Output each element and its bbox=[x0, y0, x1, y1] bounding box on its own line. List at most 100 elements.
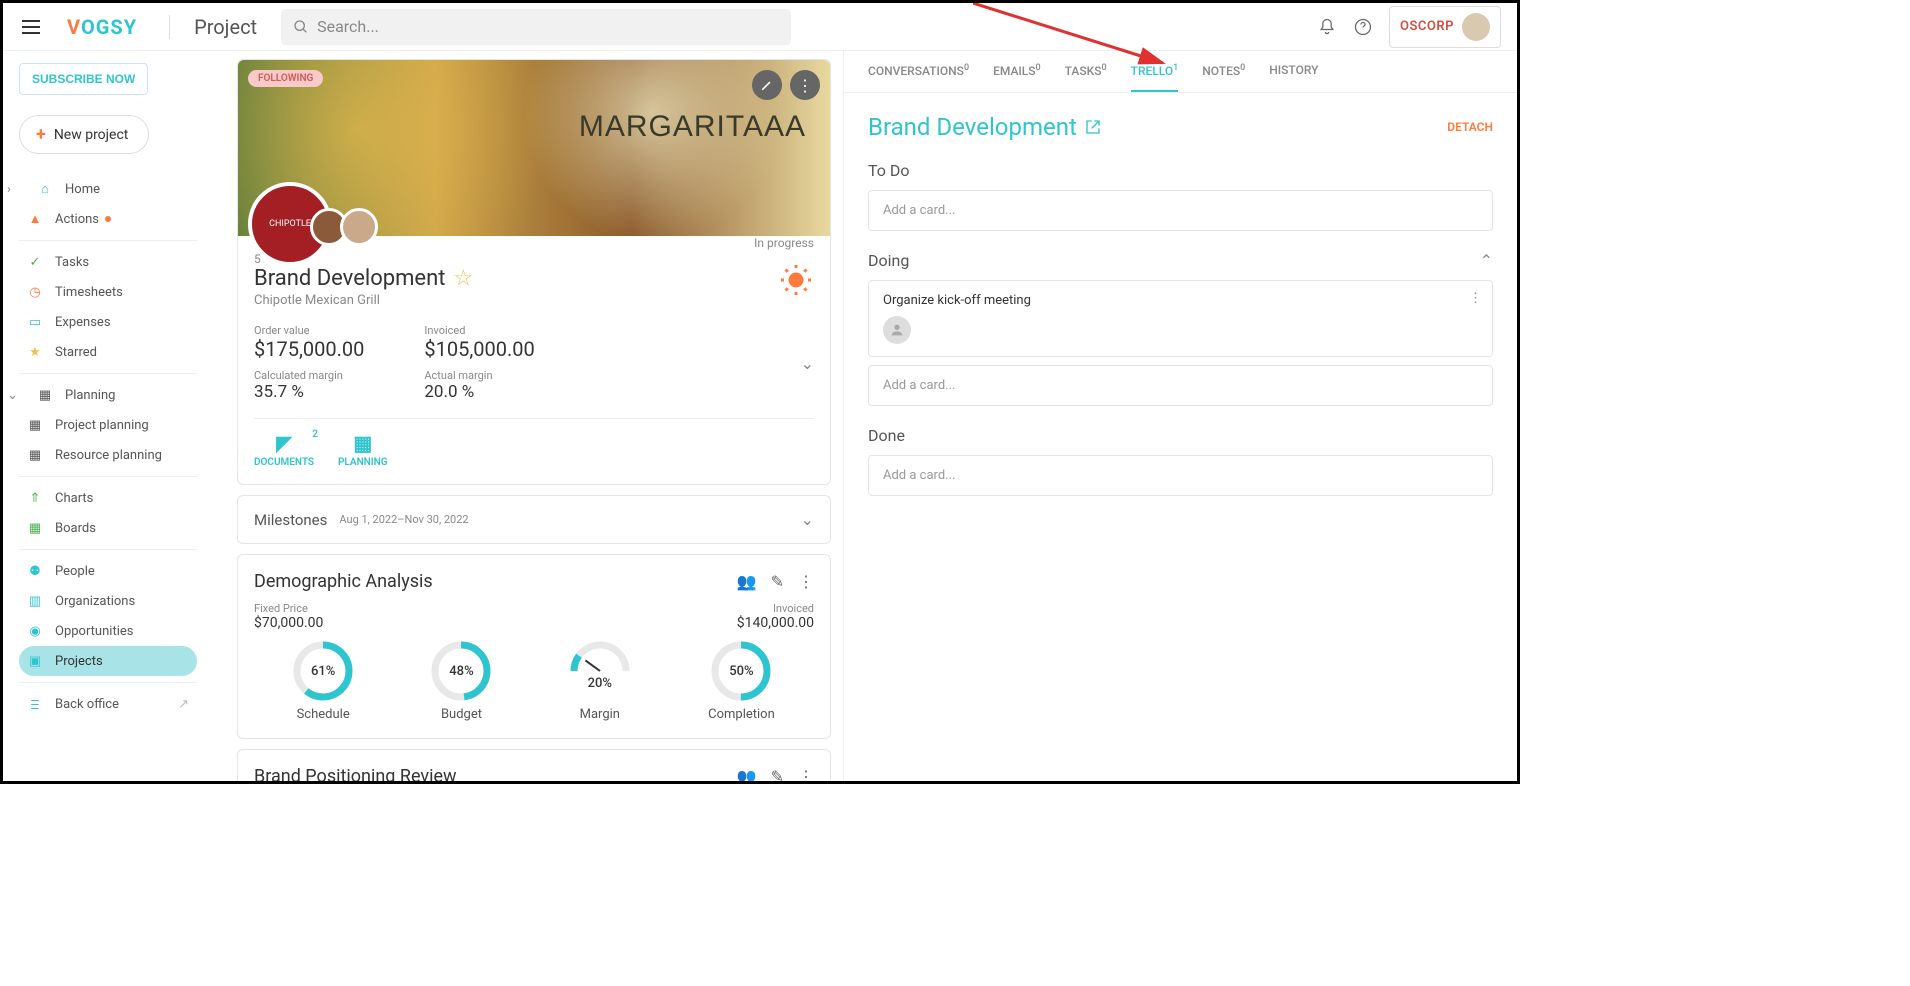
external-icon: ↗ bbox=[178, 697, 189, 712]
check-icon: ✓ bbox=[27, 254, 43, 270]
topbar: VOGSY Project Search... OSCORP bbox=[3, 3, 1517, 51]
people-icon: ⚉ bbox=[27, 563, 43, 579]
add-card-input[interactable]: Add a card... bbox=[868, 455, 1493, 496]
search-input[interactable]: Search... bbox=[281, 9, 791, 45]
briefcase-icon: ▣ bbox=[27, 653, 43, 669]
sidebar-item-people[interactable]: ⚉People bbox=[19, 556, 197, 586]
project-status: In progress bbox=[754, 236, 814, 250]
edit-button[interactable] bbox=[752, 70, 782, 100]
project-title: Brand Development ☆ bbox=[254, 266, 814, 291]
trello-board-title[interactable]: Brand Development bbox=[868, 113, 1101, 141]
search-icon bbox=[293, 19, 309, 35]
documents-link[interactable]: ◤2DOCUMENTS bbox=[254, 431, 314, 468]
chevron-down-icon[interactable]: ⌄ bbox=[801, 354, 814, 373]
tab-conversations[interactable]: CONVERSATIONS0 bbox=[868, 63, 969, 92]
trello-list-done: Done Add a card... bbox=[868, 426, 1493, 496]
add-card-input[interactable]: Add a card... bbox=[868, 365, 1493, 406]
org-name[interactable]: Chipotle Mexican Grill bbox=[254, 293, 814, 308]
edit-icon[interactable]: ✎ bbox=[771, 572, 784, 591]
gauge-margin: 20%Margin bbox=[570, 641, 630, 722]
more-icon[interactable]: ⋮ bbox=[1469, 291, 1482, 306]
tab-history[interactable]: HISTORY bbox=[1269, 63, 1318, 92]
sidebar-item-back-office[interactable]: ⲶBack office↗ bbox=[19, 689, 197, 719]
add-card-input[interactable]: Add a card... bbox=[868, 190, 1493, 231]
more-icon[interactable]: ⋮ bbox=[798, 767, 814, 781]
card-icon: ▭ bbox=[27, 314, 43, 330]
chevron-up-icon[interactable]: ⌃ bbox=[1480, 251, 1493, 270]
sidebar-item-projects[interactable]: ▣Projects bbox=[19, 646, 197, 676]
avatar bbox=[883, 316, 911, 344]
external-icon bbox=[1085, 119, 1101, 135]
chart-icon: ⇑ bbox=[27, 490, 43, 506]
more-button[interactable]: ⋮ bbox=[790, 70, 820, 100]
gauge-budget: 48%Budget bbox=[431, 641, 491, 722]
building-icon: ▥ bbox=[27, 593, 43, 609]
sun-icon bbox=[778, 262, 814, 302]
planning-link[interactable]: ▦PLANNING bbox=[338, 431, 388, 468]
tab-notes[interactable]: NOTES0 bbox=[1202, 63, 1245, 92]
trello-card[interactable]: Organize kick-off meeting ⋮ bbox=[868, 280, 1493, 357]
calendar-icon: ▦ bbox=[27, 417, 43, 433]
star-icon: ★ bbox=[27, 344, 43, 360]
boards-icon: ▦ bbox=[27, 520, 43, 536]
project-number: 5 bbox=[254, 252, 814, 266]
star-icon[interactable]: ☆ bbox=[453, 266, 473, 291]
project-hero-card: MARGARITAAA FOLLOWING ⋮ CHIPOTLE In prog… bbox=[237, 59, 831, 485]
menu-icon[interactable] bbox=[19, 15, 43, 39]
sidebar-item-expenses[interactable]: ▭Expenses bbox=[19, 307, 197, 337]
sidebar-item-tasks[interactable]: ✓Tasks bbox=[19, 247, 197, 277]
calendar-icon: ▦ bbox=[37, 387, 53, 403]
bulb-icon: ◉ bbox=[27, 623, 43, 639]
new-project-button[interactable]: + New project bbox=[19, 115, 149, 154]
more-icon[interactable]: ⋮ bbox=[798, 572, 814, 591]
tab-trello[interactable]: TRELLO1 bbox=[1131, 63, 1179, 92]
sidebar-item-organizations[interactable]: ▥Organizations bbox=[19, 586, 197, 616]
following-badge[interactable]: FOLLOWING bbox=[248, 70, 323, 87]
right-tabs: CONVERSATIONS0 EMAILS0 TASKS0 TRELLO1 NO… bbox=[844, 51, 1517, 93]
fire-icon: ▲ bbox=[27, 211, 43, 227]
assign-icon[interactable]: 👥 bbox=[737, 572, 757, 591]
bank-icon: Ⲷ bbox=[27, 696, 43, 712]
clock-icon: ◷ bbox=[27, 284, 43, 300]
tab-tasks[interactable]: TASKS0 bbox=[1065, 63, 1107, 92]
calendar-icon: ▦ bbox=[27, 447, 43, 463]
assign-icon[interactable]: 👥 bbox=[737, 767, 757, 781]
sidebar: SUBSCRIBE NOW + New project ›⌂Home ▲Acti… bbox=[3, 51, 213, 781]
trello-list-todo: To Do Add a card... bbox=[868, 161, 1493, 231]
project-section: Brand Positioning Review 👥 ✎ ⋮ Fixed Pri… bbox=[237, 749, 831, 781]
gauge-completion: 50%Completion bbox=[708, 641, 775, 722]
tab-emails[interactable]: EMAILS0 bbox=[993, 63, 1041, 92]
sidebar-item-planning[interactable]: ⌄▦Planning bbox=[19, 380, 197, 410]
trello-list-doing: Doing⌃ Organize kick-off meeting ⋮ Add a… bbox=[868, 251, 1493, 406]
sidebar-item-home[interactable]: ›⌂Home bbox=[19, 174, 197, 204]
gauge-schedule: 61%Schedule bbox=[293, 641, 353, 722]
edit-icon[interactable]: ✎ bbox=[771, 767, 784, 781]
chevron-down-icon: ⌄ bbox=[7, 388, 21, 403]
bell-icon[interactable] bbox=[1317, 17, 1337, 37]
logo[interactable]: VOGSY bbox=[67, 15, 170, 39]
sidebar-item-opportunities[interactable]: ◉Opportunities bbox=[19, 616, 197, 646]
chevron-right-icon: › bbox=[7, 182, 21, 197]
sidebar-item-charts[interactable]: ⇑Charts bbox=[19, 483, 197, 513]
sidebar-item-boards[interactable]: ▦Boards bbox=[19, 513, 197, 543]
detach-button[interactable]: DETACH bbox=[1447, 120, 1493, 134]
help-icon[interactable] bbox=[1353, 17, 1373, 37]
sidebar-item-starred[interactable]: ★Starred bbox=[19, 337, 197, 367]
home-icon: ⌂ bbox=[37, 181, 53, 197]
badge-dot bbox=[105, 216, 111, 222]
company-chip[interactable]: OSCORP bbox=[1389, 6, 1501, 48]
subscribe-button[interactable]: SUBSCRIBE NOW bbox=[19, 63, 148, 95]
calendar-icon: ▦ bbox=[338, 431, 388, 455]
sidebar-item-actions[interactable]: ▲Actions bbox=[19, 204, 197, 234]
section-title: Brand Positioning Review bbox=[254, 766, 737, 781]
milestones-card[interactable]: Milestones Aug 1, 2022–Nov 30, 2022 ⌄ bbox=[237, 495, 831, 544]
sidebar-item-resource-planning[interactable]: ▦Resource planning bbox=[19, 440, 197, 470]
right-panel: CONVERSATIONS0 EMAILS0 TASKS0 TRELLO1 NO… bbox=[843, 51, 1517, 781]
drive-icon: ◤ bbox=[254, 431, 314, 455]
project-section: Demographic Analysis 👥 ✎ ⋮ Fixed Price$7… bbox=[237, 554, 831, 739]
section-title: Demographic Analysis bbox=[254, 571, 737, 592]
plus-icon: + bbox=[36, 124, 46, 145]
sidebar-item-timesheets[interactable]: ◷Timesheets bbox=[19, 277, 197, 307]
chevron-down-icon[interactable]: ⌄ bbox=[801, 510, 814, 529]
sidebar-item-project-planning[interactable]: ▦Project planning bbox=[19, 410, 197, 440]
